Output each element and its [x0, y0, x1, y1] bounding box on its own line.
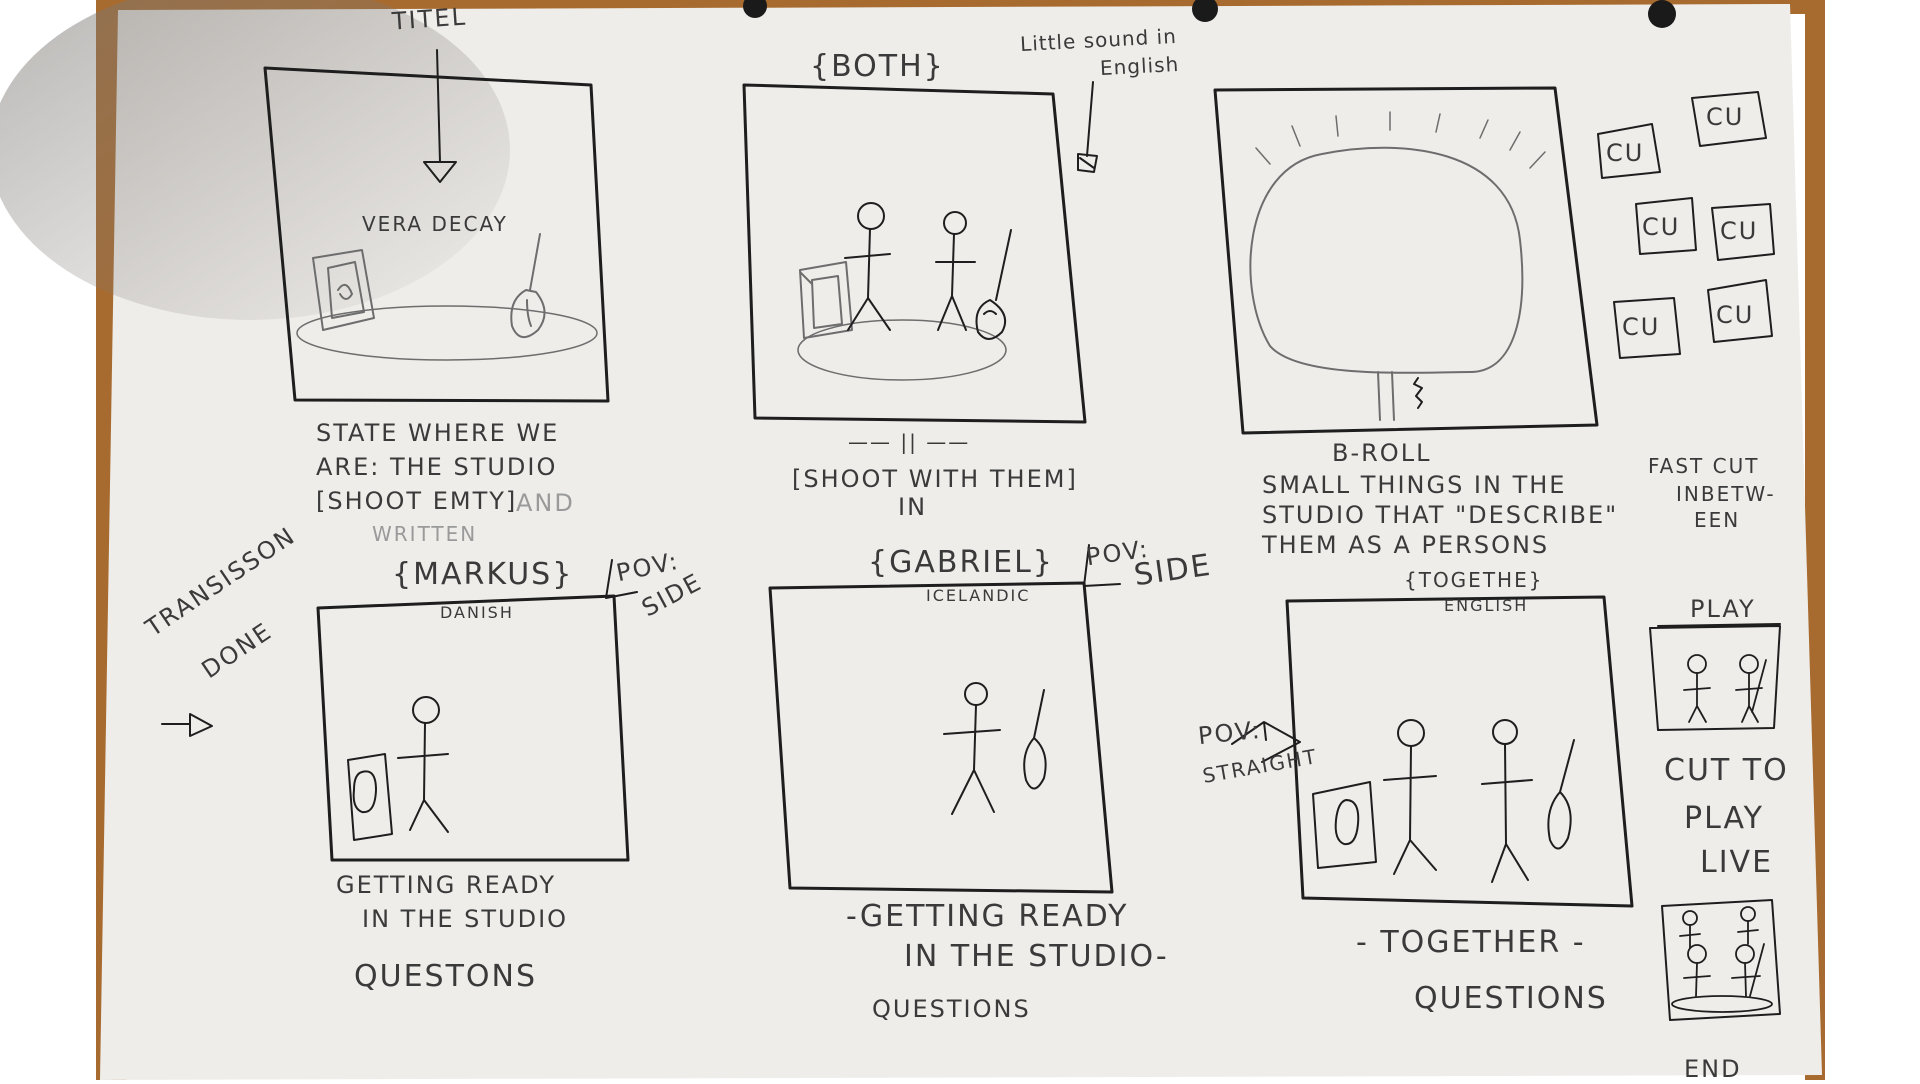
- panel-6-caption-line-1: - TOGETHER -: [1356, 925, 1586, 960]
- panel-5-footer: QUESTIONS: [872, 995, 1031, 1023]
- panel-3-caption-line-4: THEM AS A PERSONS: [1262, 531, 1550, 559]
- closeup-label: CU: [1642, 213, 1681, 241]
- panel-5-language: ICELANDIC: [926, 586, 1031, 605]
- panel-1-caption-line-2: ARE: THE STUDIO: [316, 453, 558, 481]
- closeup-label: CU: [1606, 139, 1645, 167]
- panel-3-caption-line-2: SMALL THINGS IN THE: [1262, 471, 1567, 499]
- panel-5-caption-line-2: IN THE STUDIO-: [904, 939, 1169, 974]
- closeup-label: CU: [1716, 301, 1755, 329]
- closeup-label: CU: [1706, 103, 1745, 131]
- panel-4-caption-line-2: IN THE STUDIO: [362, 905, 569, 933]
- panel-6-tag: {TOGETHE}: [1404, 568, 1544, 592]
- panel-2-sound-note-2: English: [1099, 51, 1180, 81]
- panel-1-faint-text-2: WRITTEN: [372, 522, 478, 546]
- panel-6-language: ENGLISH: [1444, 596, 1529, 615]
- cut-note-line-2: PLAY: [1684, 801, 1765, 836]
- panel-4-tag: {MARKUS}: [392, 557, 574, 592]
- panel-3-caption-line-1: B-ROLL: [1332, 439, 1432, 467]
- panel-2-ditto-mark: —— || ——: [848, 430, 971, 454]
- panel-4-footer: QUESTONS: [354, 959, 537, 994]
- panel-5-caption-line-1: -GETTING READY: [846, 899, 1129, 934]
- panel-1-faint-text-1: AND: [516, 489, 575, 517]
- panel-1-caption-line-1: STATE WHERE WE: [316, 419, 560, 447]
- closeup-note-line-1: FAST CUT: [1648, 454, 1760, 478]
- title-label: TITEL: [391, 2, 468, 36]
- panel-4-language: DANISH: [440, 603, 514, 622]
- play-label: PLAY: [1690, 595, 1756, 623]
- cut-note-line-3: LIVE: [1700, 845, 1774, 880]
- closeup-label: CU: [1622, 313, 1661, 341]
- panel-4-caption-line-1: GETTING READY: [336, 871, 557, 899]
- closeup-note-line-2: INBETW-: [1676, 482, 1776, 506]
- binder-hole: [1648, 0, 1676, 28]
- panel-3-caption-line-3: STUDIO THAT "DESCRIBE": [1262, 501, 1619, 529]
- panel-6-footer: QUESTIONS: [1414, 981, 1608, 1016]
- panel-2-caption-line-1: [SHOOT WITH THEM]: [792, 465, 1078, 493]
- closeup-label: CU: [1720, 217, 1759, 245]
- panel-5-tag: {GABRIEL}: [868, 545, 1054, 580]
- cut-note-line-1: CUT TO: [1664, 753, 1789, 788]
- panel-2-tag: {BOTH}: [810, 49, 945, 84]
- closeup-note-line-3: EEN: [1694, 508, 1741, 532]
- panel-2-caption-line-2: IN: [898, 493, 928, 521]
- panel-1-caption-line-3: [SHOOT EMTY]: [316, 487, 518, 515]
- panel-1-band-name: VERA DECAY: [362, 212, 508, 236]
